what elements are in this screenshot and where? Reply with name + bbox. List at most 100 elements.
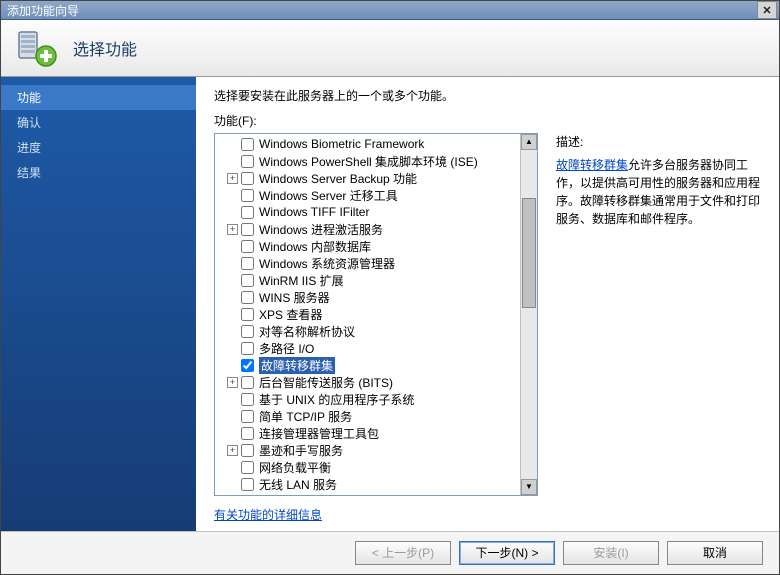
features-tree: Windows Biometric FrameworkWindows Power… — [214, 133, 538, 496]
sidebar-step-features[interactable]: 功能 — [1, 85, 196, 110]
expand-spacer — [227, 156, 238, 167]
wizard-content: 选择要安装在此服务器上的一个或多个功能。 功能(F): Windows Biom… — [196, 77, 779, 531]
feature-checkbox[interactable] — [241, 172, 254, 185]
feature-label: 基于 UNIX 的应用程序子系统 — [259, 391, 414, 408]
feature-item[interactable]: 基于 UNIX 的应用程序子系统 — [215, 391, 520, 408]
close-icon: ✕ — [762, 4, 771, 17]
expand-spacer — [227, 360, 238, 371]
expand-spacer — [227, 275, 238, 286]
expand-spacer — [227, 292, 238, 303]
feature-item[interactable]: 故障转移群集 — [215, 357, 520, 374]
feature-checkbox[interactable] — [241, 189, 254, 202]
feature-checkbox[interactable] — [241, 274, 254, 287]
feature-item[interactable]: +墨迹和手写服务 — [215, 442, 520, 459]
expand-spacer — [227, 190, 238, 201]
feature-item[interactable]: WINS 服务器 — [215, 289, 520, 306]
page-title: 选择功能 — [73, 36, 137, 60]
expand-spacer — [227, 258, 238, 269]
feature-label: 连接管理器管理工具包 — [259, 425, 379, 442]
wizard-window: 添加功能向导 ✕ 选择功能 功能 确认 进度 结果 选择要安装在此服务器 — [0, 0, 780, 575]
tree-scrollbar[interactable]: ▲ ▼ — [520, 134, 537, 495]
feature-item[interactable]: Windows PowerShell 集成脚本环境 (ISE) — [215, 153, 520, 170]
feature-item[interactable]: + Windows 进程激活服务 — [215, 221, 520, 238]
feature-item[interactable]: XPS 查看器 — [215, 306, 520, 323]
feature-label: Windows PowerShell 集成脚本环境 (ISE) — [259, 153, 478, 170]
feature-item[interactable]: Windows Server 迁移工具 — [215, 187, 520, 204]
feature-checkbox[interactable] — [241, 359, 254, 372]
feature-item[interactable]: 连接管理器管理工具包 — [215, 425, 520, 442]
next-button[interactable]: 下一步(N) > — [459, 541, 555, 565]
feature-checkbox[interactable] — [241, 410, 254, 423]
description-text: 故障转移群集允许多台服务器协同工作，以提供高可用性的服务器和应用程序。故障转移群… — [556, 156, 765, 228]
expand-icon[interactable]: + — [227, 173, 238, 184]
wizard-sidebar: 功能 确认 进度 结果 — [1, 77, 196, 531]
expand-spacer — [227, 241, 238, 252]
expand-spacer — [227, 139, 238, 150]
cancel-button[interactable]: 取消 — [667, 541, 763, 565]
expand-spacer — [227, 309, 238, 320]
description-link[interactable]: 故障转移群集 — [556, 158, 628, 172]
feature-checkbox[interactable] — [241, 240, 254, 253]
feature-label: Windows 内部数据库 — [259, 238, 371, 255]
feature-item[interactable]: Windows Biometric Framework — [215, 136, 520, 153]
feature-label: Windows TIFF IFilter — [259, 205, 369, 219]
feature-label: 对等名称解析协议 — [259, 323, 355, 340]
feature-checkbox[interactable] — [241, 376, 254, 389]
feature-item[interactable]: + 后台智能传送服务 (BITS) — [215, 374, 520, 391]
feature-item[interactable]: Windows TIFF IFilter — [215, 204, 520, 221]
feature-label: Windows Server 迁移工具 — [259, 187, 398, 204]
feature-checkbox[interactable] — [241, 257, 254, 270]
feature-label: 故障转移群集 — [259, 357, 335, 374]
feature-checkbox[interactable] — [241, 393, 254, 406]
feature-checkbox[interactable] — [241, 206, 254, 219]
feature-item[interactable]: 对等名称解析协议 — [215, 323, 520, 340]
description-title: 描述: — [556, 133, 765, 150]
expand-spacer — [227, 462, 238, 473]
feature-checkbox[interactable] — [241, 427, 254, 440]
feature-checkbox[interactable] — [241, 342, 254, 355]
sidebar-step-confirm[interactable]: 确认 — [1, 110, 196, 135]
sidebar-step-progress[interactable]: 进度 — [1, 135, 196, 160]
feature-checkbox[interactable] — [241, 461, 254, 474]
feature-checkbox[interactable] — [241, 155, 254, 168]
window-title: 添加功能向导 — [7, 2, 79, 19]
expand-icon[interactable]: + — [227, 377, 238, 388]
feature-checkbox[interactable] — [241, 291, 254, 304]
feature-label: Windows 系统资源管理器 — [259, 255, 395, 272]
install-button[interactable]: 安装(I) — [563, 541, 659, 565]
more-info-link[interactable]: 有关功能的详细信息 — [214, 506, 765, 523]
feature-item[interactable]: 网络负载平衡 — [215, 459, 520, 476]
feature-item[interactable]: Windows 系统资源管理器 — [215, 255, 520, 272]
feature-item[interactable]: 多路径 I/O — [215, 340, 520, 357]
feature-label: Windows 进程激活服务 — [259, 221, 383, 238]
scroll-up-icon[interactable]: ▲ — [521, 134, 537, 150]
feature-checkbox[interactable] — [241, 325, 254, 338]
scroll-thumb[interactable] — [522, 198, 536, 308]
feature-checkbox[interactable] — [241, 138, 254, 151]
feature-checkbox[interactable] — [241, 223, 254, 236]
feature-label: 简单 TCP/IP 服务 — [259, 408, 352, 425]
feature-item[interactable]: WinRM IIS 扩展 — [215, 272, 520, 289]
feature-item[interactable]: +Windows Server Backup 功能 — [215, 170, 520, 187]
scroll-down-icon[interactable]: ▼ — [521, 479, 537, 495]
expand-spacer — [227, 479, 238, 490]
expand-spacer — [227, 394, 238, 405]
expand-spacer — [227, 207, 238, 218]
expand-spacer — [227, 343, 238, 354]
back-button[interactable]: < 上一步(P) — [355, 541, 451, 565]
feature-item[interactable]: Windows 内部数据库 — [215, 238, 520, 255]
feature-item[interactable]: 简单 TCP/IP 服务 — [215, 408, 520, 425]
description-panel: 描述: 故障转移群集允许多台服务器协同工作，以提供高可用性的服务器和应用程序。故… — [538, 133, 765, 496]
expand-icon[interactable]: + — [227, 224, 238, 235]
sidebar-step-results[interactable]: 结果 — [1, 160, 196, 185]
title-bar: 添加功能向导 ✕ — [1, 1, 779, 20]
feature-item[interactable]: 无线 LAN 服务 — [215, 476, 520, 493]
feature-label: 无线 LAN 服务 — [259, 476, 337, 493]
expand-icon[interactable]: + — [227, 445, 238, 456]
features-label: 功能(F): — [214, 112, 765, 129]
feature-checkbox[interactable] — [241, 478, 254, 491]
feature-checkbox[interactable] — [241, 308, 254, 321]
close-button[interactable]: ✕ — [757, 1, 777, 19]
feature-label: 后台智能传送服务 (BITS) — [259, 374, 393, 391]
feature-checkbox[interactable] — [241, 444, 254, 457]
